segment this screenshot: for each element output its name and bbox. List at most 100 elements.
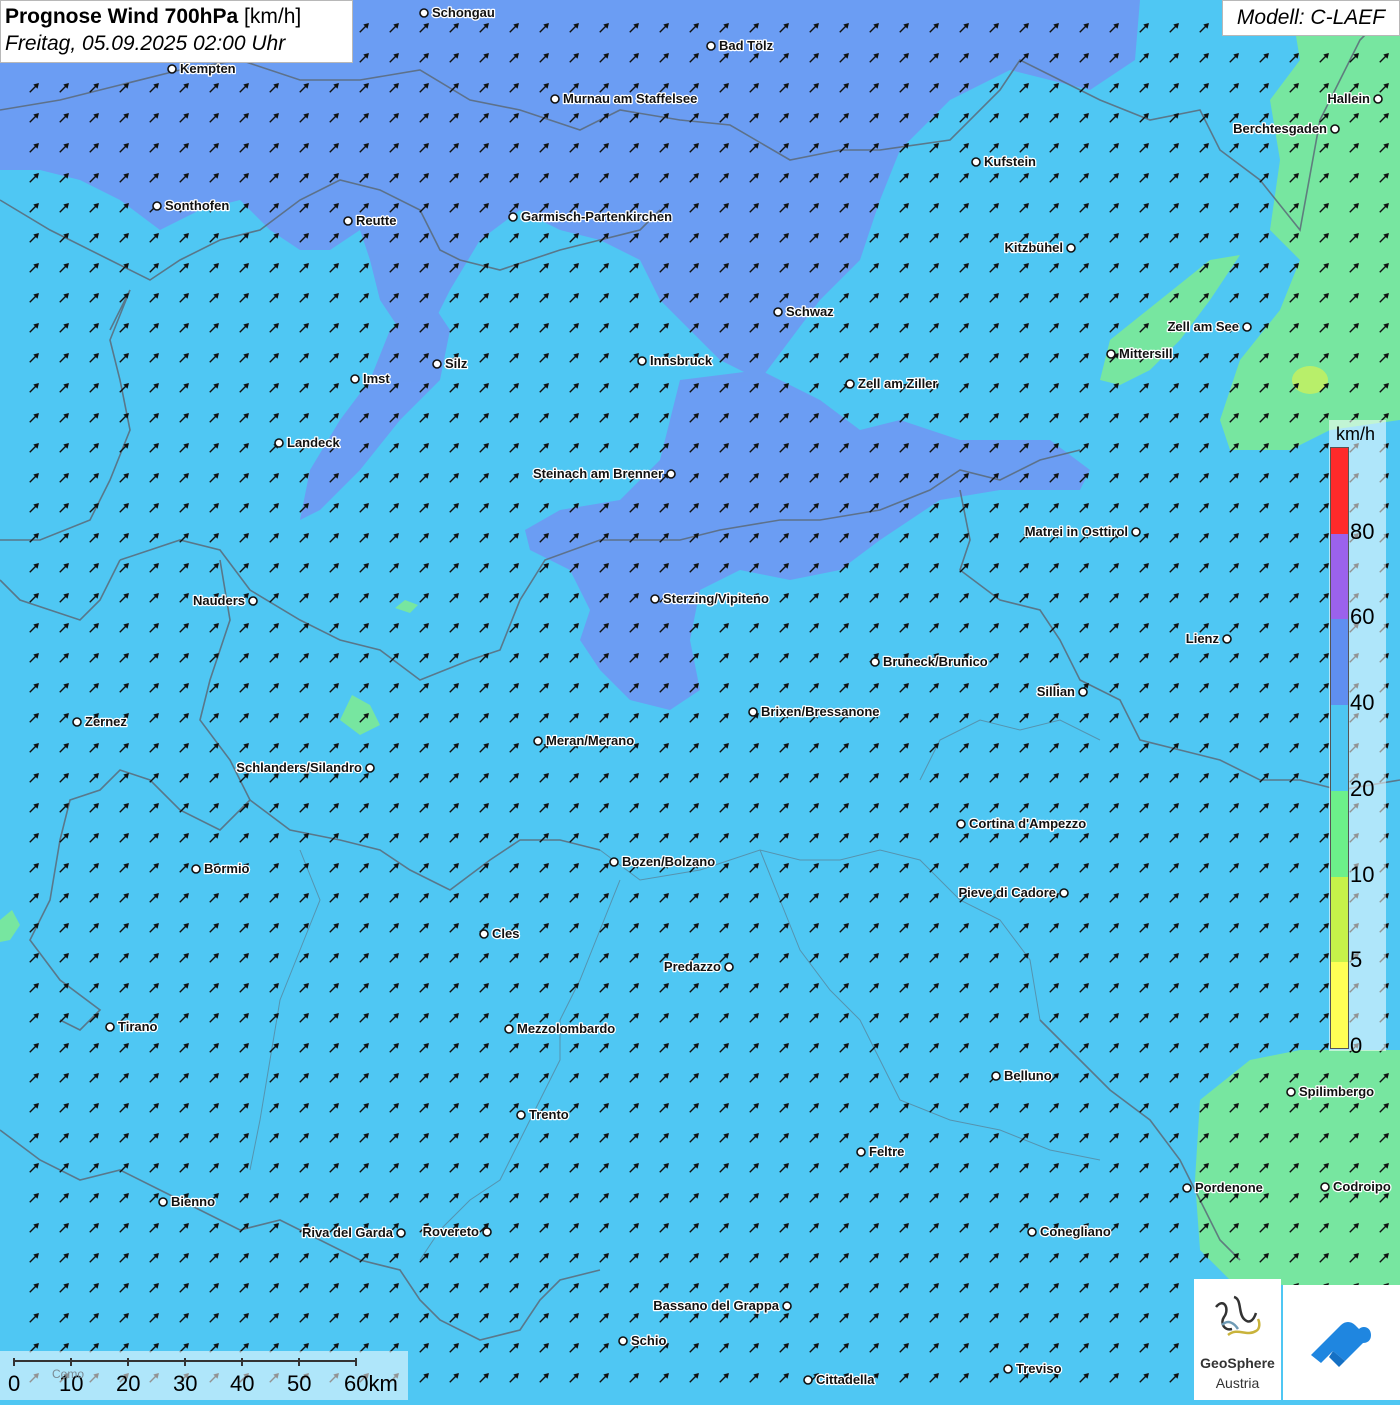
map-title-unit: [km/h] xyxy=(238,5,302,28)
city-marker: Pordenone xyxy=(1182,1179,1264,1196)
scale-tickmark xyxy=(70,1358,72,1366)
city-dot xyxy=(274,438,284,448)
city-label: Kitzbühel xyxy=(1005,240,1064,255)
city-marker: Zell am See xyxy=(1166,318,1252,335)
legend-tick-label: 40 xyxy=(1350,690,1375,716)
city-marker: Mezzolombardo xyxy=(504,1020,617,1037)
city-label: Bruneck/Brunico xyxy=(883,654,988,669)
city-label: Cittadella xyxy=(816,1372,875,1387)
city-label: Predazzo xyxy=(664,959,721,974)
city-label: Reutte xyxy=(356,213,396,228)
city-label: Hallein xyxy=(1327,91,1370,106)
weather-app-icon xyxy=(1311,1322,1371,1367)
city-marker: Berchtesgaden xyxy=(1232,120,1340,137)
scale-label: 0 xyxy=(8,1371,21,1396)
city-dot xyxy=(956,819,966,829)
scale-label: 20 xyxy=(116,1371,141,1396)
city-label: Schongau xyxy=(432,5,495,20)
faint-city-label: Como xyxy=(52,1367,85,1381)
city-dot xyxy=(1078,687,1088,697)
city-dot xyxy=(343,216,353,226)
city-label: Riva del Garda xyxy=(302,1225,394,1240)
city-dot xyxy=(152,201,162,211)
city-dot xyxy=(72,717,82,727)
color-legend: km/h 80 60 40 20 10 5 0 xyxy=(1329,420,1386,1058)
legend-swatch xyxy=(1331,448,1348,534)
city-marker: Bruneck/Brunico xyxy=(870,653,989,670)
legend-tick-label: 10 xyxy=(1350,861,1375,887)
city-dot xyxy=(706,41,716,51)
city-label: Zell am Ziller xyxy=(858,376,937,391)
legend-tick-label: 60 xyxy=(1350,604,1375,630)
weather-app-logo[interactable] xyxy=(1283,1285,1400,1400)
scale-tickmark xyxy=(13,1358,15,1366)
city-marker: Garmisch-Partenkirchen xyxy=(508,208,673,225)
scale-tickmark xyxy=(127,1358,129,1366)
city-dot xyxy=(650,594,660,604)
city-label: Kempten xyxy=(180,61,236,76)
city-label: Kufstein xyxy=(984,154,1036,169)
geosphere-logo[interactable]: GeoSphere Austria xyxy=(1194,1279,1281,1400)
map-title-main: Prognose Wind 700hPa xyxy=(5,5,239,28)
city-label: Nauders xyxy=(193,593,245,608)
city-marker: Spilimbergo xyxy=(1286,1083,1375,1100)
city-dot xyxy=(971,157,981,167)
city-marker: Matrei in Osttirol xyxy=(1023,523,1141,540)
city-dot xyxy=(479,929,489,939)
city-label: Bassano del Grappa xyxy=(653,1298,779,1313)
city-dot xyxy=(432,359,442,369)
city-dot xyxy=(637,356,647,366)
city-dot xyxy=(167,64,177,74)
city-label: Garmisch-Partenkirchen xyxy=(521,209,672,224)
city-marker: Steinach am Brenner xyxy=(532,465,676,482)
city-dot xyxy=(516,1110,526,1120)
city-label: Sterzing/Vipiteno xyxy=(663,591,769,606)
city-label: Cles xyxy=(492,926,519,941)
city-label: Silz xyxy=(445,356,468,371)
scale-bar: 0 10 20 30 40 50 60km Como xyxy=(0,1351,408,1400)
city-label: Pieve di Cadore xyxy=(958,885,1056,900)
city-dot xyxy=(1059,888,1069,898)
city-label: Bienno xyxy=(171,1194,215,1209)
city-marker: Sterzing/Vipiteno xyxy=(650,590,770,607)
city-dot xyxy=(803,1375,813,1385)
scale-tickmark xyxy=(241,1358,243,1366)
legend-swatch xyxy=(1331,962,1348,1048)
city-dot xyxy=(991,1071,1001,1081)
scale-label: 30 xyxy=(173,1371,198,1396)
city-label: Bormio xyxy=(204,861,250,876)
city-label: Matrei in Osttirol xyxy=(1025,524,1128,539)
scale-label: 40 xyxy=(230,1371,255,1396)
city-label: Feltre xyxy=(869,1144,904,1159)
city-dot xyxy=(248,596,258,606)
city-dot xyxy=(350,374,360,384)
city-dot xyxy=(550,94,560,104)
city-dot xyxy=(724,962,734,972)
city-dot xyxy=(1222,634,1232,644)
city-dot xyxy=(1003,1364,1013,1374)
scale-tickmark xyxy=(298,1358,300,1366)
map-title-box: Prognose Wind 700hPa [km/h] Freitag, 05.… xyxy=(0,0,353,63)
city-label: Mezzolombardo xyxy=(517,1021,615,1036)
wind-map[interactable]: Schongau Bad Tölz Kempten Murnau am Staffel… xyxy=(0,0,1400,1400)
legend-tick-label: 20 xyxy=(1350,775,1375,801)
city-label: Codroipo xyxy=(1333,1179,1391,1194)
city-dot xyxy=(1373,94,1383,104)
city-dot xyxy=(533,736,543,746)
city-label: Sillian xyxy=(1037,684,1075,699)
city-marker: Sonthofen xyxy=(152,197,231,214)
city-label: Brixen/Bressanone xyxy=(761,704,880,719)
city-marker: Murnau am Staffelsee xyxy=(550,90,699,107)
city-label: Rovereto xyxy=(423,1224,479,1239)
city-label: Schio xyxy=(631,1333,666,1348)
city-label: Schlanders/Silandro xyxy=(236,760,362,775)
geosphere-emblem-icon xyxy=(1215,1295,1261,1337)
legend-swatch xyxy=(1331,876,1348,963)
city-dot xyxy=(1106,349,1116,359)
city-label: Conegliano xyxy=(1040,1224,1111,1239)
city-label: Sonthofen xyxy=(165,198,229,213)
scale-tickmark xyxy=(355,1358,357,1366)
city-label: Tirano xyxy=(118,1019,158,1034)
city-dot xyxy=(782,1301,792,1311)
city-marker: Conegliano xyxy=(1027,1223,1112,1240)
